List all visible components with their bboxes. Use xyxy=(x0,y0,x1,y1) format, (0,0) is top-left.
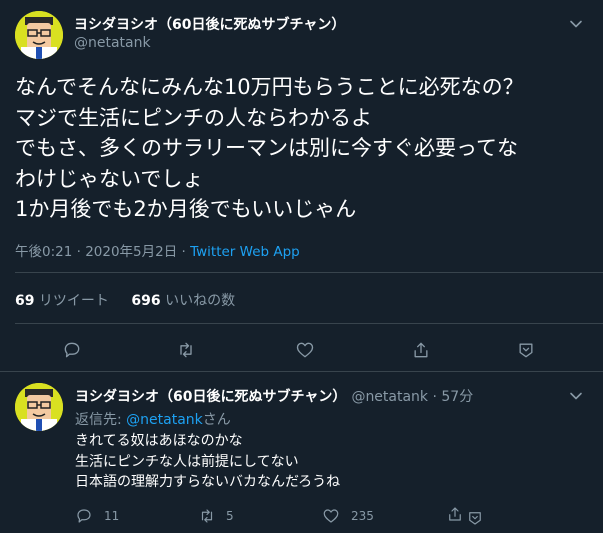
author-handle[interactable]: @netatank xyxy=(351,389,428,405)
bookmark-icon xyxy=(519,343,533,358)
heart-icon xyxy=(322,507,340,525)
retweet-icon xyxy=(198,507,216,525)
author-name[interactable]: ヨシダヨシオ（60日後に死ぬサブチャン） xyxy=(75,389,346,405)
divider xyxy=(15,272,603,273)
author-name[interactable]: ヨシダヨシオ（60日後に死ぬサブチャン） xyxy=(74,14,345,34)
like-button[interactable] xyxy=(295,340,315,360)
share-icon xyxy=(414,342,428,358)
tweet-text: なんでそんなにみんな10万円もらうことに必死なの？ マジで生活にピンチの人ならわ… xyxy=(15,75,524,221)
avatar[interactable] xyxy=(15,383,63,431)
like-button[interactable]: 235 xyxy=(322,507,374,525)
bookmark-button[interactable] xyxy=(466,509,484,527)
tweet-meta: 午後0:21 · 2020年5月2日 · Twitter Web App xyxy=(15,240,300,260)
avatar[interactable] xyxy=(15,11,63,59)
reply-time[interactable]: · 57分 xyxy=(428,389,473,405)
author-handle[interactable]: @netatank xyxy=(74,35,151,51)
reply-button[interactable] xyxy=(62,340,82,360)
reply-header: ヨシダヨシオ（60日後に死ぬサブチャン） @netatank · 57分 xyxy=(75,386,473,406)
avatar-illustration-icon xyxy=(15,383,63,431)
tweet-stats: 69 リツイート 696 いいねの数 xyxy=(15,290,235,310)
divider xyxy=(15,323,603,324)
reply-icon xyxy=(64,342,80,358)
like-stat[interactable]: 696 いいねの数 xyxy=(131,293,235,309)
tweet-menu-button[interactable] xyxy=(566,14,586,34)
reply-to-mention[interactable]: @netatank xyxy=(126,412,203,428)
reply-to-line: 返信先: @netatankさん xyxy=(75,409,231,429)
like-stat-label: いいねの数 xyxy=(160,293,236,309)
heart-icon xyxy=(296,342,314,358)
retweet-button[interactable] xyxy=(176,340,196,360)
bookmark-icon xyxy=(466,509,484,527)
like-count: 696 xyxy=(131,293,161,309)
reply-to-prefix: 返信先: xyxy=(75,412,127,428)
retweet-button[interactable]: 5 xyxy=(198,507,234,525)
source-app-link[interactable]: Twitter Web App xyxy=(190,244,300,260)
chevron-down-icon xyxy=(570,392,582,400)
retweet-icon xyxy=(180,342,192,358)
reply-button[interactable]: 11 xyxy=(75,507,119,525)
share-icon xyxy=(446,505,464,523)
reply-count: 11 xyxy=(104,509,120,523)
like-count: 235 xyxy=(351,509,374,523)
reply-to-suffix: さん xyxy=(202,412,231,428)
retweet-stat-label: リツイート xyxy=(34,293,109,309)
share-button[interactable] xyxy=(446,505,464,523)
chevron-down-icon xyxy=(570,20,582,28)
retweet-stat[interactable]: 69 リツイート xyxy=(15,293,109,309)
retweet-count: 5 xyxy=(226,509,234,523)
reply-icon xyxy=(75,507,93,525)
tweet-menu-button[interactable] xyxy=(566,386,586,406)
retweet-count: 69 xyxy=(15,293,35,309)
avatar-illustration-icon xyxy=(15,11,63,59)
divider xyxy=(0,371,603,372)
tweet-timestamp[interactable]: 午後0:21 · 2020年5月2日 · xyxy=(15,244,190,260)
reply-text: きれてる奴はあほなのかな 生活にピンチな人は前提にしてない 日本語の理解力すらな… xyxy=(75,433,341,490)
bookmark-button[interactable] xyxy=(516,340,536,360)
share-button[interactable] xyxy=(411,340,431,360)
